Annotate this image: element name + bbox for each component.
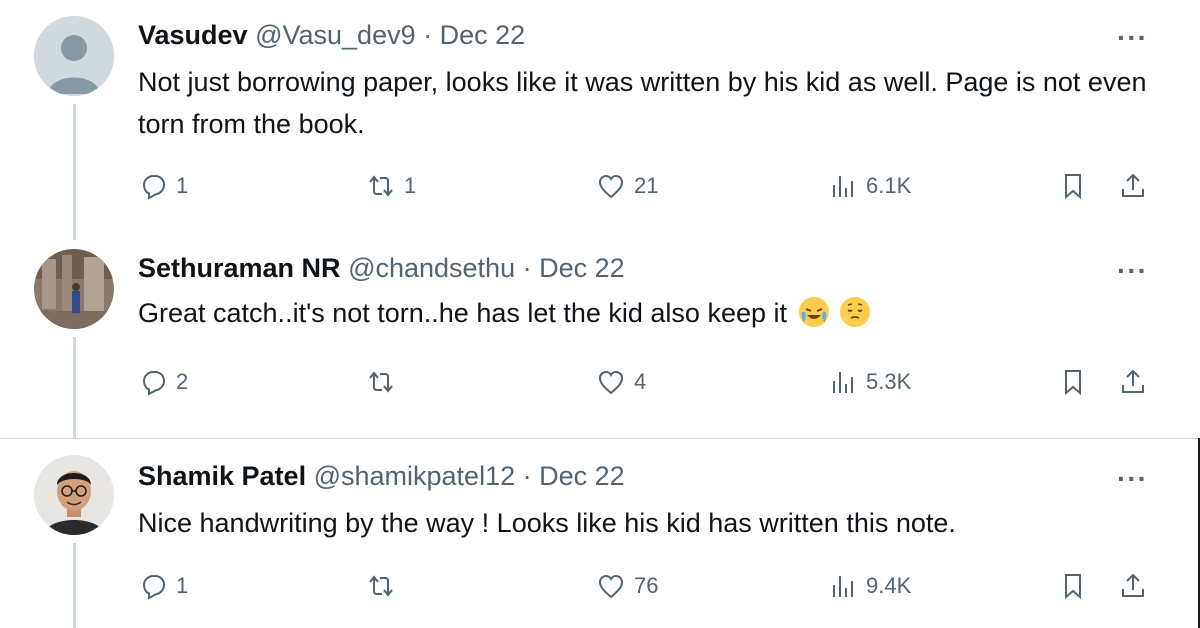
separator: · (423, 20, 433, 50)
bookmark-button[interactable] (1058, 364, 1088, 400)
handle[interactable]: @Vasu_dev9 (255, 20, 416, 50)
display-name[interactable]: Vasudev (138, 20, 248, 50)
display-name[interactable]: Sethuraman NR (138, 253, 341, 283)
bookmark-icon (1065, 574, 1081, 600)
share-icon (1122, 573, 1144, 597)
repost-button[interactable] (366, 364, 404, 400)
heart-icon (598, 370, 624, 395)
reply-button[interactable]: 1 (138, 168, 188, 204)
tweet-text: Nice handwriting by the way ! Looks like… (138, 508, 956, 538)
reply-icon (142, 575, 166, 600)
views-count: 6.1K (866, 173, 912, 198)
like-button[interactable]: 4 (596, 364, 646, 400)
tweet-text: Not just borrowing paper, looks like it … (138, 67, 1147, 139)
reply-tweet[interactable]: Vasudev @Vasu_dev9 · Dec 22 ··· Not just… (0, 0, 1200, 240)
timestamp[interactable]: Dec 22 (440, 20, 526, 50)
face-with-tears-of-joy-emoji (798, 297, 829, 327)
avatar-photo (34, 249, 114, 329)
avatar[interactable] (34, 455, 114, 535)
views-button[interactable]: 6.1K (828, 168, 911, 204)
share-icon (1122, 369, 1144, 393)
reply-count: 1 (176, 573, 189, 598)
tweet-header: Shamik Patel @shamikpatel12 · Dec 22 (138, 461, 625, 492)
avatar[interactable] (34, 16, 114, 96)
reply-tweet[interactable]: Shamik Patel @shamikpatel12 · Dec 22 ···… (0, 438, 1200, 628)
default-avatar-icon (34, 16, 114, 96)
avatar-photo (34, 455, 114, 535)
reply-count: 1 (176, 173, 189, 198)
action-bar: 2 4 5.3K (138, 364, 1158, 400)
tweet-header: Sethuraman NR @chandsethu · Dec 22 (138, 253, 625, 284)
handle[interactable]: @chandsethu (348, 253, 515, 283)
share-button[interactable] (1118, 568, 1148, 604)
repost-icon (369, 175, 393, 197)
views-count: 5.3K (866, 369, 912, 394)
thread-line (73, 104, 76, 240)
views-button[interactable]: 5.3K (828, 364, 911, 400)
more-options-button[interactable]: ··· (1117, 463, 1148, 495)
share-button[interactable] (1118, 364, 1148, 400)
separator: · (522, 461, 532, 491)
views-icon (833, 576, 853, 597)
action-bar: 1 1 21 6.1K (138, 168, 1158, 204)
thread-line (73, 543, 76, 628)
repost-icon (369, 371, 393, 393)
share-icon (1122, 173, 1144, 197)
bookmark-button[interactable] (1058, 168, 1088, 204)
handle[interactable]: @shamikpatel12 (314, 461, 516, 491)
repost-button[interactable]: 1 (366, 168, 416, 204)
reply-tweet[interactable]: Sethuraman NR @chandsethu · Dec 22 ··· G… (0, 240, 1200, 438)
heart-icon (598, 174, 624, 199)
reply-count: 2 (176, 369, 189, 394)
timestamp[interactable]: Dec 22 (539, 253, 625, 283)
bookmark-icon (1065, 174, 1081, 200)
thread-line (73, 337, 76, 438)
like-button[interactable]: 21 (596, 168, 658, 204)
reply-button[interactable]: 2 (138, 364, 188, 400)
more-options-button[interactable]: ··· (1117, 255, 1148, 287)
display-name[interactable]: Shamik Patel (138, 461, 306, 491)
views-button[interactable]: 9.4K (828, 568, 911, 604)
avatar[interactable] (34, 249, 114, 329)
views-icon (833, 176, 853, 197)
reply-icon (142, 175, 166, 200)
bookmark-button[interactable] (1058, 568, 1088, 604)
more-options-button[interactable]: ··· (1117, 22, 1148, 54)
repost-icon (369, 575, 393, 597)
action-bar: 1 76 9.4K (138, 568, 1158, 604)
timestamp[interactable]: Dec 22 (539, 461, 625, 491)
views-icon (833, 372, 853, 393)
tweet-text: Great catch..it's not torn..he has let t… (138, 298, 788, 328)
like-button[interactable]: 76 (596, 568, 658, 604)
like-count: 76 (634, 573, 659, 598)
repost-button[interactable] (366, 568, 404, 604)
tweet-header: Vasudev @Vasu_dev9 · Dec 22 (138, 20, 525, 51)
bookmark-icon (1065, 370, 1081, 396)
heart-icon (598, 574, 624, 599)
like-count: 4 (634, 369, 647, 394)
views-count: 9.4K (866, 573, 912, 598)
reply-button[interactable]: 1 (138, 568, 188, 604)
relieved-face-emoji (840, 297, 871, 327)
tweet-text-container: Great catch..it's not torn..he has let t… (138, 292, 1168, 334)
reply-icon (142, 371, 166, 396)
share-button[interactable] (1118, 168, 1148, 204)
separator: · (522, 253, 532, 283)
repost-count: 1 (404, 173, 417, 198)
like-count: 21 (634, 173, 659, 198)
